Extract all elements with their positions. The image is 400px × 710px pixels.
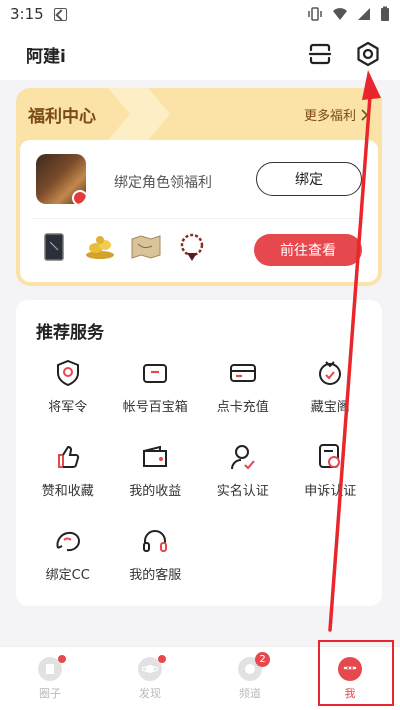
service-label: 点卡充值 bbox=[216, 400, 269, 415]
general-order-icon bbox=[53, 358, 83, 388]
treasure-pavilion-icon bbox=[315, 358, 345, 388]
signal-icon bbox=[358, 8, 370, 20]
reward-items bbox=[36, 230, 210, 264]
headset-icon bbox=[140, 526, 170, 556]
service-label: 赞和收藏 bbox=[41, 484, 94, 499]
scan-icon[interactable] bbox=[306, 40, 334, 68]
service-my-earnings[interactable]: 我的收益 bbox=[112, 442, 200, 504]
reward-book-icon bbox=[36, 230, 72, 264]
reward-gold-icon bbox=[82, 230, 118, 264]
verify-user-icon bbox=[228, 442, 258, 472]
more-welfare-label: 更多福利 bbox=[303, 109, 356, 124]
wifi-icon bbox=[333, 8, 347, 20]
vibrate-icon bbox=[308, 7, 322, 21]
service-label: 绑定CC bbox=[45, 568, 90, 583]
status-time: 3:15 bbox=[10, 5, 44, 23]
recommended-services-card: 推荐服务 将军令 帐号百宝箱 点卡充值 藏宝阁 赞和收藏 我的收益 实名认证 申… bbox=[16, 300, 382, 606]
welfare-title: 福利中心 bbox=[28, 106, 96, 127]
chevron-right-icon bbox=[361, 108, 368, 121]
annotation-highlight-box bbox=[318, 640, 394, 706]
thumbs-up-icon bbox=[53, 442, 83, 472]
services-grid: 将军令 帐号百宝箱 点卡充值 藏宝阁 赞和收藏 我的收益 实名认证 申诉认证 绑… bbox=[24, 358, 374, 588]
welfare-body: 绑定角色领福利 绑定 前往查看 bbox=[20, 140, 378, 282]
nav-label: 发现 bbox=[139, 686, 161, 700]
cc-bind-icon bbox=[53, 526, 83, 556]
welfare-center-card: 福利中心 更多福利 绑定角色领福利 绑定 前往查看 bbox=[16, 88, 382, 286]
status-bar: 3:15 bbox=[0, 0, 400, 28]
service-likes-favorites[interactable]: 赞和收藏 bbox=[24, 442, 112, 504]
notification-icon bbox=[53, 7, 67, 21]
service-my-support[interactable]: 我的客服 bbox=[112, 526, 200, 588]
game-role-avatar bbox=[36, 154, 86, 204]
goto-view-button[interactable]: 前往查看 bbox=[254, 234, 362, 266]
services-title: 推荐服务 bbox=[36, 323, 104, 343]
service-general-order[interactable]: 将军令 bbox=[24, 358, 112, 420]
bind-button[interactable]: 绑定 bbox=[256, 162, 362, 196]
service-treasure-box[interactable]: 帐号百宝箱 bbox=[112, 358, 200, 420]
service-card-recharge[interactable]: 点卡充值 bbox=[199, 358, 287, 420]
notification-dot bbox=[158, 655, 166, 663]
welfare-header: 福利中心 更多福利 bbox=[16, 88, 382, 140]
service-label: 我的客服 bbox=[129, 568, 182, 583]
profile-header: 阿建i bbox=[0, 28, 400, 80]
service-label: 申诉认证 bbox=[304, 484, 357, 499]
nav-discover[interactable]: 发现 bbox=[100, 647, 200, 710]
nav-channel[interactable]: 频道 2 bbox=[200, 647, 300, 710]
card-recharge-icon bbox=[228, 358, 258, 388]
divider bbox=[32, 218, 366, 219]
reward-map-icon bbox=[128, 230, 164, 264]
service-label: 我的收益 bbox=[129, 484, 182, 499]
nav-label: 圈子 bbox=[39, 686, 61, 700]
service-appeal[interactable]: 申诉认证 bbox=[287, 442, 375, 504]
service-treasure-pavilion[interactable]: 藏宝阁 bbox=[287, 358, 375, 420]
service-label: 藏宝阁 bbox=[310, 400, 350, 415]
service-label: 帐号百宝箱 bbox=[122, 400, 188, 415]
more-welfare-link[interactable]: 更多福利 bbox=[304, 105, 368, 124]
user-name: 阿建i bbox=[26, 46, 66, 67]
wallet-icon bbox=[140, 442, 170, 472]
reward-necklace-icon bbox=[174, 230, 210, 264]
nav-label: 频道 bbox=[239, 686, 261, 700]
game-badge-icon bbox=[72, 190, 86, 204]
settings-icon[interactable] bbox=[354, 40, 382, 68]
service-label: 将军令 bbox=[48, 400, 88, 415]
bind-prompt: 绑定角色领福利 bbox=[114, 175, 212, 191]
service-real-name[interactable]: 实名认证 bbox=[199, 442, 287, 504]
notification-dot bbox=[58, 655, 66, 663]
service-label: 实名认证 bbox=[216, 484, 269, 499]
chevron-decoration-icon bbox=[108, 88, 170, 140]
battery-icon bbox=[381, 6, 389, 21]
service-bind-cc[interactable]: 绑定CC bbox=[24, 526, 112, 588]
appeal-icon bbox=[315, 442, 345, 472]
unread-count-badge: 2 bbox=[255, 652, 270, 667]
nav-circle[interactable]: 圈子 bbox=[0, 647, 100, 710]
treasure-box-icon bbox=[140, 358, 170, 388]
